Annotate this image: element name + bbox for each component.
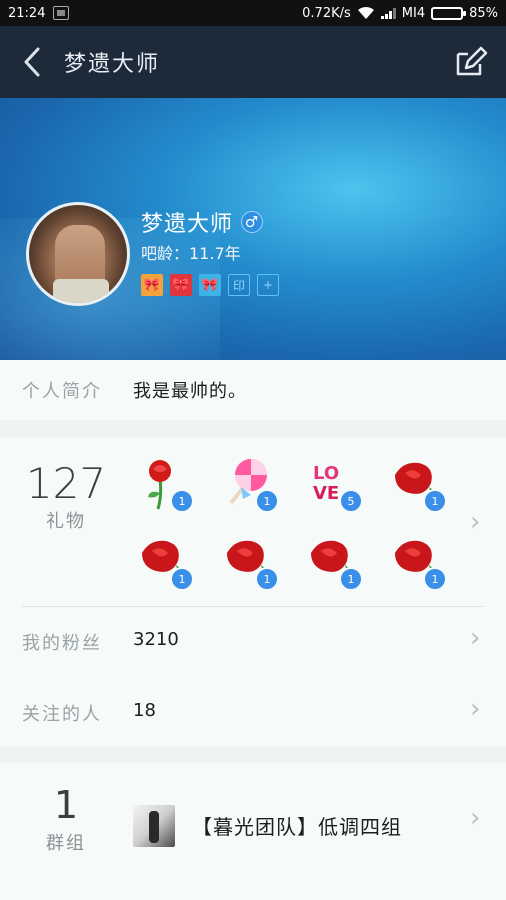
groups-card: 1 群组 【暮光团队】低调四组 › [0, 763, 506, 900]
intro-value: 我是最帅的。 [133, 381, 247, 402]
fans-label: 我的粉丝 [22, 633, 102, 654]
following-row[interactable]: 关注的人 18 › [0, 678, 506, 748]
gift-item[interactable]: 1 [138, 535, 194, 591]
group-name[interactable]: 【暮光团队】低调四组 [192, 811, 402, 840]
back-button[interactable] [0, 26, 64, 98]
gift-count-badge: 1 [423, 489, 447, 513]
seal-icon[interactable]: 印 [228, 274, 250, 296]
svg-text:LO: LO [313, 463, 339, 484]
svg-text:VE: VE [313, 483, 339, 504]
avatar[interactable] [26, 202, 130, 306]
stats-card: 127 礼物 1 1 LO VE 5 1 1 1 1 1 › 我的粉丝 3210… [0, 437, 506, 747]
gift-count-badge: 1 [170, 567, 194, 591]
red-bow-icon[interactable]: 🎀 [170, 274, 192, 296]
add-badge-icon[interactable]: + [257, 274, 279, 296]
following-label: 关注的人 [22, 704, 102, 725]
gift-label: 礼物 [46, 511, 86, 532]
chevron-right-icon: › [470, 623, 481, 653]
status-time: 21:24 [8, 5, 46, 21]
chevron-right-icon: › [470, 694, 481, 724]
gift-count-badge: 5 [339, 489, 363, 513]
wifi-icon [357, 6, 374, 19]
gift-count: 127 [25, 459, 107, 508]
fans-row[interactable]: 我的粉丝 3210 › [0, 607, 506, 677]
following-value: 18 [133, 700, 156, 721]
profile-name: 梦遗大师 [141, 212, 234, 237]
status-bar: 21:24 0.72K/s MI4 85% [0, 0, 506, 26]
badge-list: 🎀 🎀 🎀 印 + [141, 274, 279, 296]
carrier-label: MI4 [401, 5, 426, 21]
gift-count-badge: 1 [255, 489, 279, 513]
group-label: 群组 [46, 833, 86, 854]
signal-icon [380, 7, 396, 19]
orange-bow-icon[interactable]: 🎀 [141, 274, 163, 296]
fans-value: 3210 [133, 629, 179, 650]
blue-bow-icon[interactable]: 🎀 [199, 274, 221, 296]
gift-item[interactable]: 1 [391, 535, 447, 591]
gift-item[interactable]: LO VE 5 [307, 457, 363, 513]
profile-banner: 梦遗大师 ♂ 吧龄：11.7年 🎀 🎀 🎀 印 + [0, 98, 506, 360]
network-speed: 0.72K/s [302, 5, 351, 21]
page-title: 梦遗大师 [64, 52, 161, 77]
intro-label: 个人简介 [22, 381, 102, 402]
group-avatar[interactable] [133, 805, 175, 847]
gift-count-badge: 1 [423, 567, 447, 591]
top-bar: 梦遗大师 [0, 26, 506, 98]
gift-item[interactable]: 1 [391, 457, 447, 513]
image-icon [53, 6, 70, 20]
gift-item[interactable]: 1 [223, 535, 279, 591]
gift-item[interactable]: 1 [223, 457, 279, 513]
gift-count-badge: 1 [170, 489, 194, 513]
gift-count-badge: 1 [255, 567, 279, 591]
edit-icon [456, 46, 488, 76]
profile-name-row: 梦遗大师 ♂ [141, 206, 264, 238]
battery-percent: 85% [469, 5, 498, 21]
gift-item[interactable]: 1 [307, 535, 363, 591]
intro-row: 个人简介 我是最帅的。 [0, 360, 506, 420]
battery-icon [431, 6, 467, 20]
groups-chevron-icon[interactable]: › [470, 803, 480, 833]
edit-button[interactable] [436, 26, 506, 98]
group-count: 1 [53, 783, 79, 827]
forum-age: 吧龄：11.7年 [141, 244, 241, 263]
male-icon: ♂ [241, 211, 264, 233]
gift-item[interactable]: 1 [138, 457, 194, 513]
back-icon [24, 47, 40, 77]
gifts-chevron-icon[interactable]: › [470, 507, 480, 537]
gift-count-badge: 1 [339, 567, 363, 591]
clipped-text [133, 891, 333, 900]
